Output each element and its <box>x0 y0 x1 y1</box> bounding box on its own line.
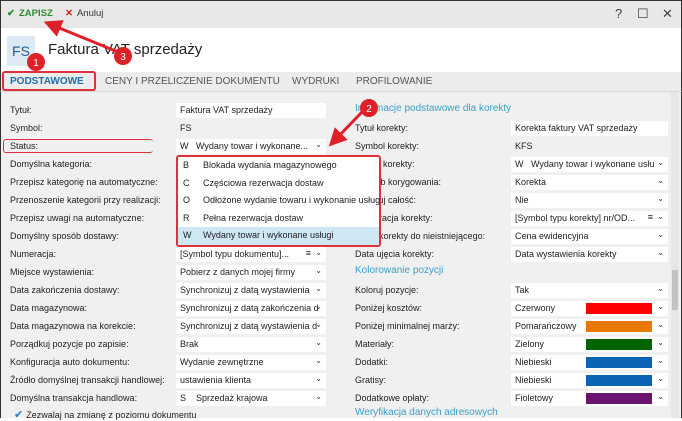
svg-text:3: 3 <box>120 52 126 63</box>
annotation-marker-1: 1 <box>27 53 45 71</box>
svg-text:2: 2 <box>366 104 372 115</box>
svg-text:1: 1 <box>33 58 39 69</box>
annotation-overlay: 1 2 3 <box>27 20 378 147</box>
annotation-arrow-2 <box>328 110 364 147</box>
annotation-marker-3: 3 <box>114 47 132 65</box>
annotation-marker-2: 2 <box>360 99 378 117</box>
annotation-arrow-3 <box>43 20 119 54</box>
